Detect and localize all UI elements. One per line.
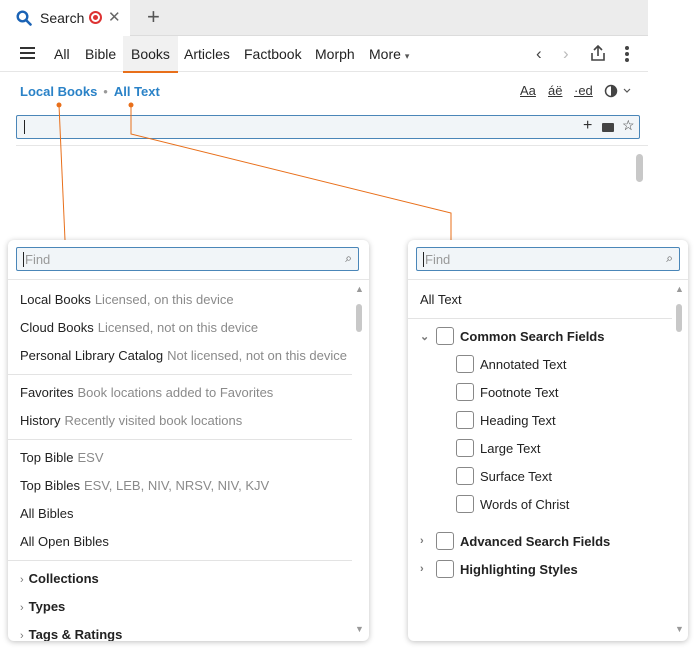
books-find-input[interactable]: Find ⌕ xyxy=(16,247,359,271)
group-types[interactable]: › Types xyxy=(20,599,65,614)
list-item[interactable]: Personal Library Catalog Not licensed, no… xyxy=(20,348,347,363)
checkbox[interactable] xyxy=(456,383,474,401)
divider xyxy=(408,279,688,280)
field-item[interactable]: Surface Text xyxy=(456,467,552,485)
checkbox[interactable] xyxy=(456,439,474,457)
item-name: All Open Bibles xyxy=(20,534,109,549)
divider xyxy=(8,374,352,375)
field-item[interactable]: Annotated Text xyxy=(456,355,567,373)
item-name: Local Books xyxy=(20,292,91,307)
divider xyxy=(408,318,672,319)
field-label: Words of Christ xyxy=(480,496,570,512)
group-label: Advanced Search Fields xyxy=(460,533,611,549)
item-desc: ESV, LEB, NIV, NRSV, NIV, KJV xyxy=(83,478,270,493)
checkbox[interactable] xyxy=(436,327,454,345)
checkbox[interactable] xyxy=(436,532,454,550)
group-label: Tags & Ratings xyxy=(28,627,123,641)
group-label: Common Search Fields xyxy=(460,328,605,344)
field-label: Footnote Text xyxy=(480,384,559,400)
list-item[interactable]: Cloud Books Licensed, not on this device xyxy=(20,320,258,335)
scroll-up-icon[interactable]: ▲ xyxy=(355,284,364,294)
fields-callout xyxy=(128,102,452,240)
chevron-right-icon[interactable]: › xyxy=(420,535,436,547)
common-fields-group[interactable]: ⌄ Common Search Fields xyxy=(420,327,604,345)
field-item[interactable]: Large Text xyxy=(456,439,540,457)
field-item[interactable]: Footnote Text xyxy=(456,383,559,401)
chevron-right-icon[interactable]: › xyxy=(420,563,436,575)
advanced-fields-group[interactable]: › Advanced Search Fields xyxy=(420,532,610,550)
item-desc: Recently visited book locations xyxy=(64,413,243,428)
field-item[interactable]: Heading Text xyxy=(456,411,556,429)
text-caret xyxy=(23,252,24,267)
item-name: All Bibles xyxy=(20,506,74,521)
scroll-down-icon[interactable]: ▼ xyxy=(355,624,364,634)
find-placeholder: Find xyxy=(425,252,451,267)
item-desc: Licensed, on this device xyxy=(94,292,234,307)
checkbox[interactable] xyxy=(456,355,474,373)
fields-find-input[interactable]: Find ⌕ xyxy=(416,247,680,271)
field-label: Large Text xyxy=(480,440,541,456)
item-name: Favorites xyxy=(20,385,74,400)
item-name: History xyxy=(20,413,61,428)
checkbox[interactable] xyxy=(456,467,474,485)
list-item[interactable]: Top Bibles ESV, LEB, NIV, NRSV, NIV, KJV xyxy=(20,478,269,493)
item-name: Personal Library Catalog xyxy=(20,348,164,363)
item-desc: Licensed, not on this device xyxy=(97,320,259,335)
group-tags-ratings[interactable]: › Tags & Ratings xyxy=(20,627,122,641)
scroll-up-icon[interactable]: ▲ xyxy=(675,284,684,294)
list-item[interactable]: All Open Bibles xyxy=(20,534,109,549)
list-item[interactable]: All Bibles xyxy=(20,506,73,521)
list-item[interactable]: Local Books Licensed, on this device xyxy=(20,292,234,307)
text-caret xyxy=(423,252,424,267)
books-scope-popup: Find ⌕ Local Books Licensed, on this devi… xyxy=(8,240,369,641)
item-name: Top Bibles xyxy=(20,478,80,493)
list-item[interactable]: Favorites Book locations added to Favorit… xyxy=(20,385,273,400)
divider xyxy=(8,560,352,561)
group-label: Types xyxy=(28,599,66,614)
chevron-right-icon: › xyxy=(20,574,24,586)
chevron-right-icon: › xyxy=(20,630,24,641)
checkbox[interactable] xyxy=(456,411,474,429)
chevron-right-icon: › xyxy=(20,602,24,614)
list-item[interactable]: Top Bible ESV xyxy=(20,450,104,465)
scroll-down-icon[interactable]: ▼ xyxy=(675,624,684,634)
field-item[interactable]: Words of Christ xyxy=(456,495,569,513)
scrollbar-thumb[interactable] xyxy=(356,304,362,332)
field-label: Heading Text xyxy=(480,412,556,428)
group-label: Collections xyxy=(28,571,99,586)
item-name: Top Bible xyxy=(20,450,74,465)
checkbox[interactable] xyxy=(436,560,454,578)
group-label: Highlighting Styles xyxy=(460,561,578,577)
checkbox[interactable] xyxy=(456,495,474,513)
books-callout xyxy=(56,102,66,241)
item-desc: ESV xyxy=(77,450,104,465)
scrollbar-thumb[interactable] xyxy=(676,304,682,332)
all-text-item[interactable]: All Text xyxy=(420,292,462,307)
highlighting-styles-group[interactable]: › Highlighting Styles xyxy=(420,560,578,578)
item-name: Cloud Books xyxy=(20,320,94,335)
group-collections[interactable]: › Collections xyxy=(20,571,99,586)
list-item[interactable]: History Recently visited book locations xyxy=(20,413,242,428)
item-desc: Not licensed, not on this device xyxy=(167,348,348,363)
divider xyxy=(8,439,352,440)
chevron-down-icon[interactable]: ⌄ xyxy=(420,330,436,343)
search-icon: ⌕ xyxy=(345,251,352,265)
field-label: Annotated Text xyxy=(480,356,567,372)
search-panel: Search ✕ + All Bible Books Articles Fact… xyxy=(0,0,696,650)
divider xyxy=(8,279,369,280)
item-desc: Book locations added to Favorites xyxy=(77,385,274,400)
field-label: Surface Text xyxy=(480,468,553,484)
search-icon: ⌕ xyxy=(666,251,673,265)
find-placeholder: Find xyxy=(25,252,51,267)
fields-scope-popup: Find ⌕ All Text ⌄ Common Search Fields A… xyxy=(408,240,688,641)
